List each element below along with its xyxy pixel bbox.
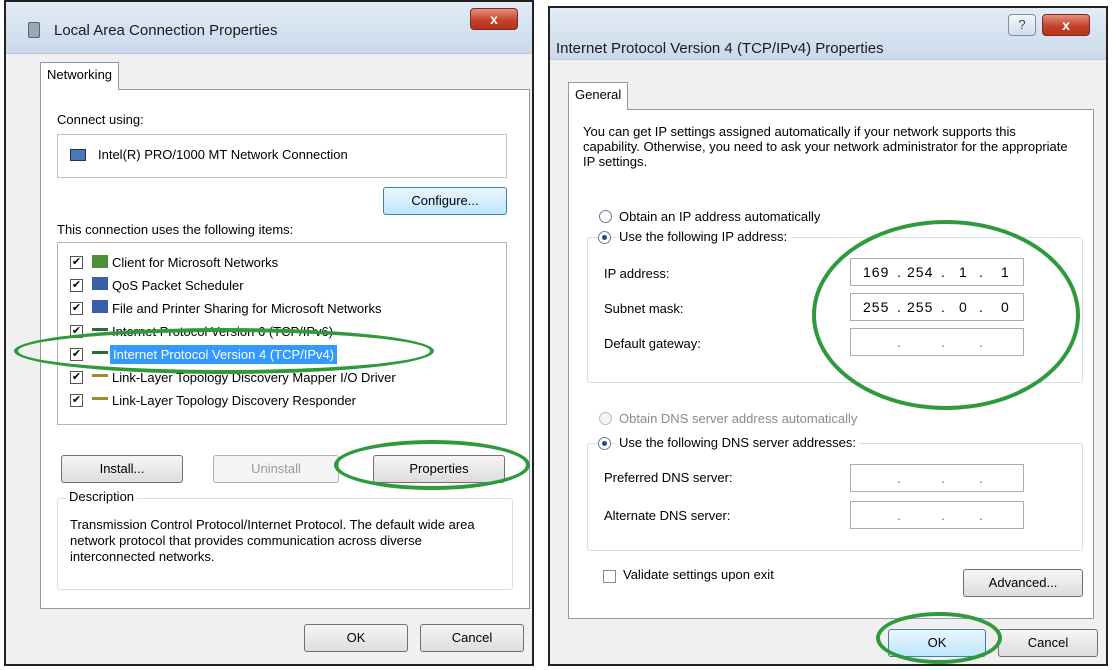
network-client-icon [92, 255, 108, 268]
tab-general[interactable]: General [568, 82, 629, 110]
ip-address-label: IP address: [604, 266, 670, 281]
help-button[interactable]: ? [1008, 14, 1036, 36]
tab-networking[interactable]: Networking [40, 62, 120, 90]
close-button[interactable]: x [1042, 14, 1090, 36]
use-following-dns-label: Use the following DNS server addresses: [616, 435, 859, 450]
validate-checkbox[interactable] [603, 570, 616, 583]
alternate-dns-label: Alternate DNS server: [604, 508, 731, 523]
advanced-button[interactable]: Advanced... [963, 569, 1083, 597]
alternate-dns-field[interactable]: ... [850, 501, 1024, 529]
highlight-ellipse-ok-button [876, 612, 1002, 664]
description-title: Description [66, 489, 138, 504]
checkbox[interactable]: ✔ [70, 371, 83, 384]
connect-using-label: Connect using: [57, 112, 144, 127]
ok-button[interactable]: OK [304, 624, 408, 652]
intro-text: You can get IP settings assigned automat… [583, 124, 1068, 169]
description-group: Description Transmission Control Protoco… [57, 489, 513, 590]
install-button[interactable]: Install... [61, 455, 183, 483]
configure-button[interactable]: Configure... [383, 187, 507, 215]
subnet-mask-label: Subnet mask: [604, 301, 684, 316]
network-adapter-icon [70, 149, 86, 161]
obtain-ip-auto-label: Obtain an IP address automatically [619, 209, 821, 224]
list-item-label: Client for Microsoft Networks [112, 255, 279, 270]
cancel-button[interactable]: Cancel [998, 629, 1098, 657]
checkbox[interactable]: ✔ [70, 256, 83, 269]
checkbox[interactable]: ✔ [70, 394, 83, 407]
description-text: Transmission Control Protocol/Internet P… [70, 517, 475, 564]
title-bar: Local Area Connection Properties x [6, 2, 532, 54]
list-item[interactable]: ✔ QoS Packet Scheduler [66, 276, 496, 298]
list-item[interactable]: ✔ Client for Microsoft Networks [66, 253, 496, 275]
protocol-icon [92, 397, 108, 400]
uninstall-button[interactable]: Uninstall [213, 455, 339, 483]
service-icon [92, 277, 108, 290]
obtain-ip-auto-radio[interactable] [599, 210, 612, 223]
close-button[interactable]: x [470, 8, 518, 30]
default-gateway-label: Default gateway: [604, 336, 701, 351]
list-item-label: QoS Packet Scheduler [112, 278, 244, 293]
list-item-label: File and Printer Sharing for Microsoft N… [112, 301, 382, 316]
items-label: This connection uses the following items… [57, 222, 294, 237]
highlight-ellipse-ip-fields [812, 220, 1080, 410]
list-item[interactable]: ✔ Link-Layer Topology Discovery Responde… [66, 391, 496, 413]
network-icon [28, 22, 40, 38]
dns-group: Use the following DNS server addresses: … [587, 435, 1083, 551]
validate-label: Validate settings upon exit [623, 567, 774, 582]
use-following-dns-radio[interactable] [598, 437, 611, 450]
preferred-dns-field[interactable]: ... [850, 464, 1024, 492]
list-item-label: Link-Layer Topology Discovery Responder [112, 393, 356, 408]
protocol-icon [92, 328, 108, 331]
checkbox[interactable]: ✔ [70, 302, 83, 315]
obtain-dns-auto-label: Obtain DNS server address automatically [619, 411, 858, 426]
protocol-icon [92, 374, 108, 377]
highlight-ellipse-properties-button [334, 440, 530, 490]
list-item[interactable]: ✔ File and Printer Sharing for Microsoft… [66, 299, 496, 321]
checkbox[interactable]: ✔ [70, 279, 83, 292]
service-icon [92, 300, 108, 313]
use-following-ip-label: Use the following IP address: [616, 229, 791, 244]
use-following-ip-radio[interactable] [598, 231, 611, 244]
dialog-title: Local Area Connection Properties [54, 22, 278, 39]
adapter-name: Intel(R) PRO/1000 MT Network Connection [98, 147, 348, 162]
obtain-dns-auto-radio[interactable] [599, 412, 612, 425]
adapter-box: Intel(R) PRO/1000 MT Network Connection [57, 134, 507, 178]
cancel-button[interactable]: Cancel [420, 624, 524, 652]
dialog-title: Internet Protocol Version 4 (TCP/IPv4) P… [556, 40, 884, 57]
title-bar: Internet Protocol Version 4 (TCP/IPv4) P… [550, 8, 1106, 60]
highlight-ellipse-ipv4-item [14, 328, 434, 374]
preferred-dns-label: Preferred DNS server: [604, 470, 733, 485]
